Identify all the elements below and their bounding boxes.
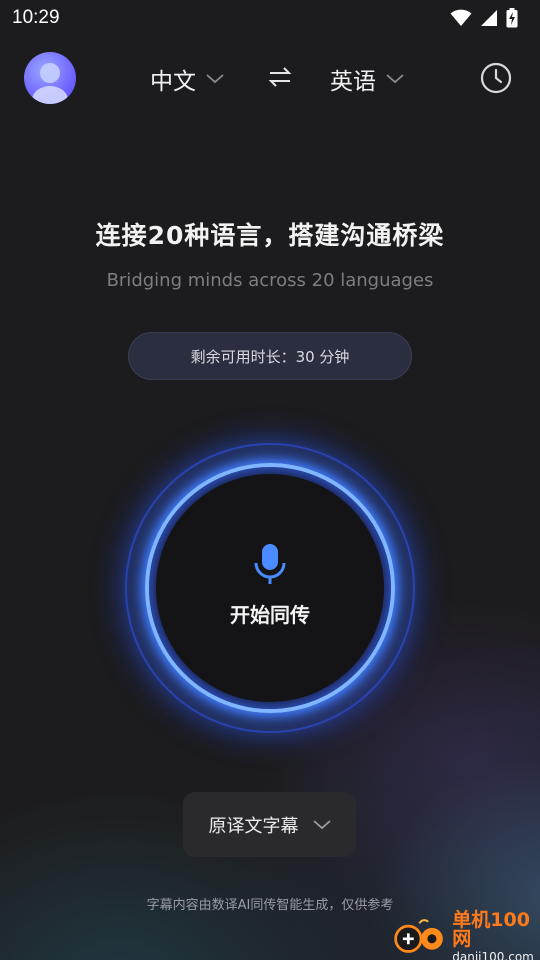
- status-time: 10:29: [12, 7, 60, 28]
- swap-arrows-icon[interactable]: [268, 66, 292, 88]
- target-language-label: 英语: [330, 69, 376, 95]
- subtitle-mode-dropdown[interactable]: 原译文字幕: [183, 792, 356, 857]
- subtitle-mode-label: 原译文字幕: [208, 815, 299, 837]
- chevron-down-icon: [206, 74, 224, 84]
- clock-icon[interactable]: [480, 62, 512, 94]
- status-icons: [450, 8, 518, 28]
- remaining-time-badge: 剩余可用时长：30 分钟: [128, 332, 412, 380]
- start-interpretation-label: 开始同传: [230, 603, 310, 627]
- source-language-selector[interactable]: 中文: [150, 62, 224, 96]
- status-bar: 10:29: [0, 0, 540, 36]
- ring-core: [156, 474, 384, 702]
- target-language-selector[interactable]: 英语: [330, 62, 404, 96]
- watermark-icon: [394, 919, 443, 953]
- watermark-en: danji100.com: [452, 950, 534, 960]
- start-interpretation-button[interactable]: 开始同传: [125, 443, 415, 733]
- app-screen: 10:29 中文 英语 连接20种语言，搭建沟通桥梁 Bridging mind…: [0, 0, 540, 960]
- hero-subtitle: Bridging minds across 20 languages: [106, 270, 434, 291]
- watermark-logo: 单机100网 danji100.com: [392, 911, 540, 960]
- remaining-time-text: 剩余可用时长：30 分钟: [190, 347, 350, 366]
- microphone-icon: [254, 544, 286, 584]
- chevron-down-icon: [312, 819, 331, 829]
- wifi-icon: [450, 9, 472, 26]
- chevron-down-icon: [386, 74, 404, 84]
- user-avatar-icon[interactable]: [24, 52, 76, 104]
- watermark-cn: 单机100网: [452, 909, 530, 950]
- signal-icon: [481, 10, 497, 26]
- watermark-text: 单机100网 danji100.com: [452, 911, 540, 960]
- top-bar: 中文 英语: [0, 50, 540, 106]
- source-language-label: 中文: [150, 69, 196, 95]
- hero-title: 连接20种语言，搭建沟通桥梁: [95, 221, 445, 250]
- battery-charging-icon: [506, 8, 518, 28]
